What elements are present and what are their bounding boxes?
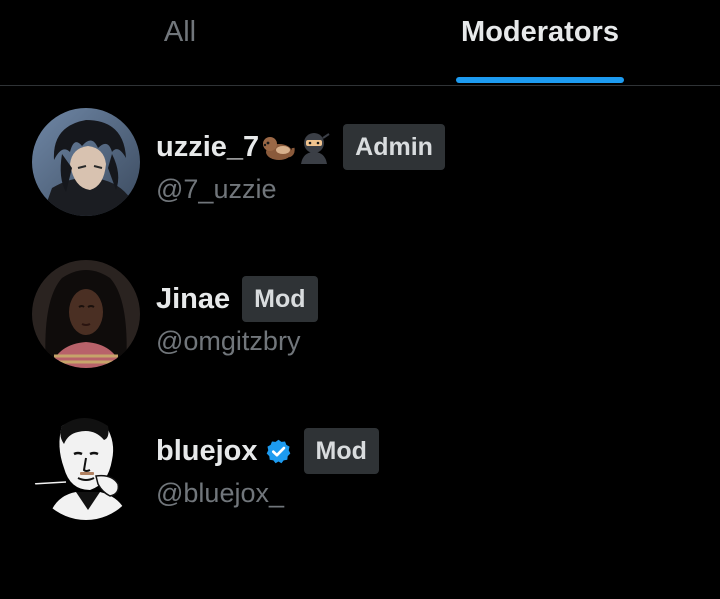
member-handle: @7_uzzie <box>156 174 277 204</box>
avatar[interactable] <box>32 412 140 520</box>
tab-moderators[interactable]: Moderators <box>360 0 720 85</box>
avatar[interactable] <box>32 108 140 216</box>
person-photo-avatar <box>32 260 140 368</box>
tab-all[interactable]: All <box>0 0 360 85</box>
member-name-row: Jinae Mod <box>156 276 318 322</box>
member-handle: @omgitzbry <box>156 326 301 356</box>
member-handle: @bluejox_ <box>156 478 284 508</box>
member-row[interactable]: uzzie_7 Admin @7_uzzie <box>0 108 720 248</box>
member-row[interactable]: Jinae Mod @omgitzbry <box>0 260 720 400</box>
community-tabs: All Moderators <box>0 0 720 86</box>
member-display-name: Jinae <box>156 283 231 315</box>
member-display-name: uzzie_7 <box>156 131 260 163</box>
sketch-portrait-avatar <box>32 412 140 520</box>
anime-character-avatar <box>32 108 140 216</box>
verified-badge-icon <box>265 438 292 465</box>
ninja-emoji-icon <box>297 130 331 164</box>
tab-moderators-label: Moderators <box>461 16 619 48</box>
member-display-name: bluejox <box>156 435 258 467</box>
role-badge: Mod <box>242 276 318 322</box>
role-badge: Admin <box>343 124 445 170</box>
member-name-row: bluejox Mod <box>156 428 379 474</box>
tab-all-label: All <box>163 16 197 48</box>
active-tab-indicator <box>456 77 624 83</box>
member-name-row: uzzie_7 Admin <box>156 124 445 170</box>
avatar[interactable] <box>32 260 140 368</box>
role-badge: Mod <box>303 428 379 474</box>
otter-emoji-icon <box>261 130 295 164</box>
member-row[interactable]: bluejox Mod @bluejox_ <box>0 412 720 552</box>
